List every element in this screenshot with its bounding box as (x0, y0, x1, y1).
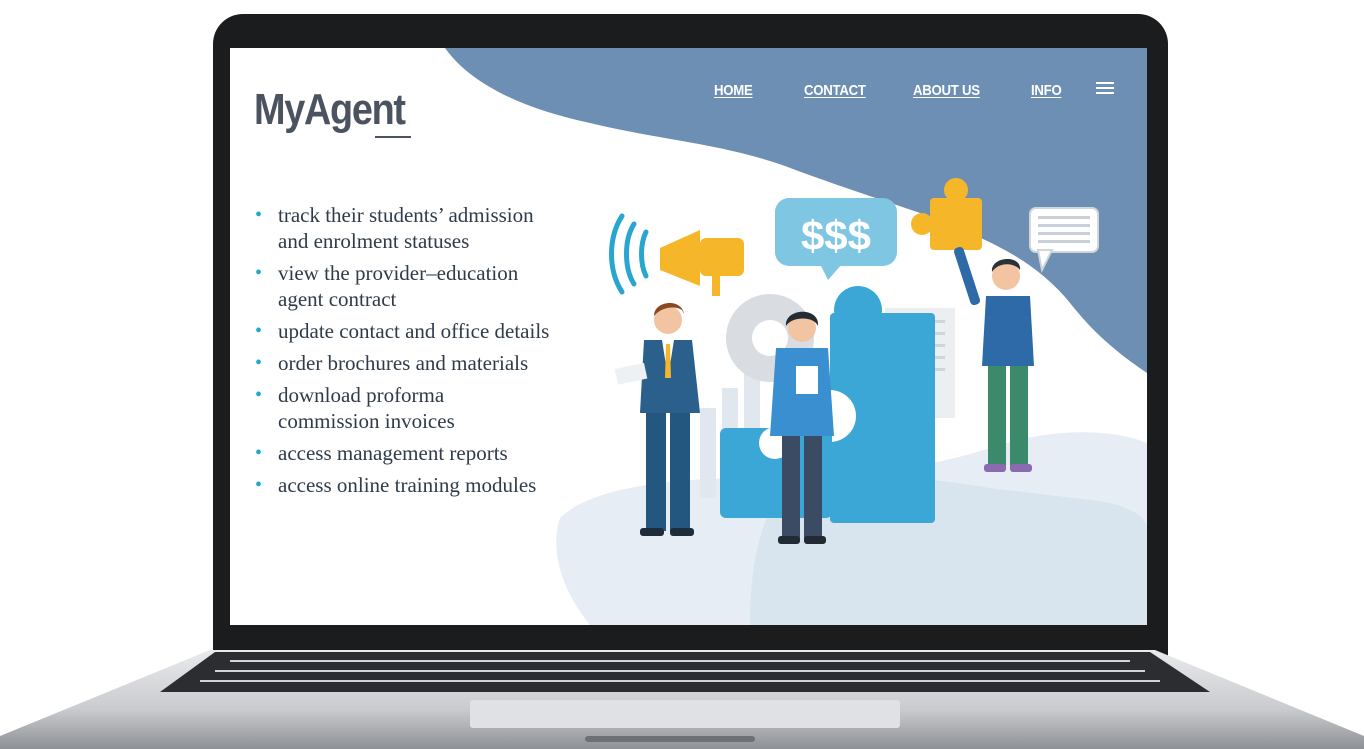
bullet-icon: • (255, 384, 263, 406)
svg-text:$$$: $$$ (801, 212, 871, 259)
nav-link-contact[interactable]: CONTACT (804, 82, 866, 99)
nav-link-info[interactable]: INFO (1031, 82, 1062, 99)
feature-list-item: • access management reports (255, 441, 508, 465)
feature-list-item: • track their students’ admission and en… (255, 203, 534, 253)
nav-link-home[interactable]: HOME (714, 82, 753, 99)
trackpad (470, 700, 900, 728)
laptop-screen: $$$ MyAgent HOME CONTACT ABOUT US INFO •… (230, 48, 1147, 625)
hamburger-menu-icon[interactable] (1096, 82, 1114, 96)
logo-underline (375, 136, 411, 138)
feature-list-item: • update contact and office details (255, 319, 550, 343)
money-speech-bubble: $$$ (775, 198, 897, 280)
bullet-icon: • (255, 352, 263, 374)
bullet-icon: • (255, 474, 263, 496)
nav-link-about-us[interactable]: ABOUT US (913, 82, 980, 99)
hinge-notch (585, 736, 755, 742)
feature-list-item: • access online training modules (255, 473, 537, 497)
bullet-icon: • (255, 320, 263, 342)
feature-list-item: • download proforma commission invoices (255, 383, 455, 433)
feature-list: • track their students’ admission and en… (252, 202, 652, 504)
bullet-icon: • (255, 262, 263, 284)
laptop-base (0, 650, 1364, 749)
bullet-icon: • (255, 204, 263, 226)
bullet-icon: • (255, 442, 263, 464)
feature-list-item: • view the provider–education agent cont… (255, 261, 519, 311)
feature-list-item: • order brochures and materials (255, 351, 529, 375)
site-logo[interactable]: MyAgent (254, 88, 406, 132)
man-holding-puzzle-figure (954, 246, 1034, 472)
